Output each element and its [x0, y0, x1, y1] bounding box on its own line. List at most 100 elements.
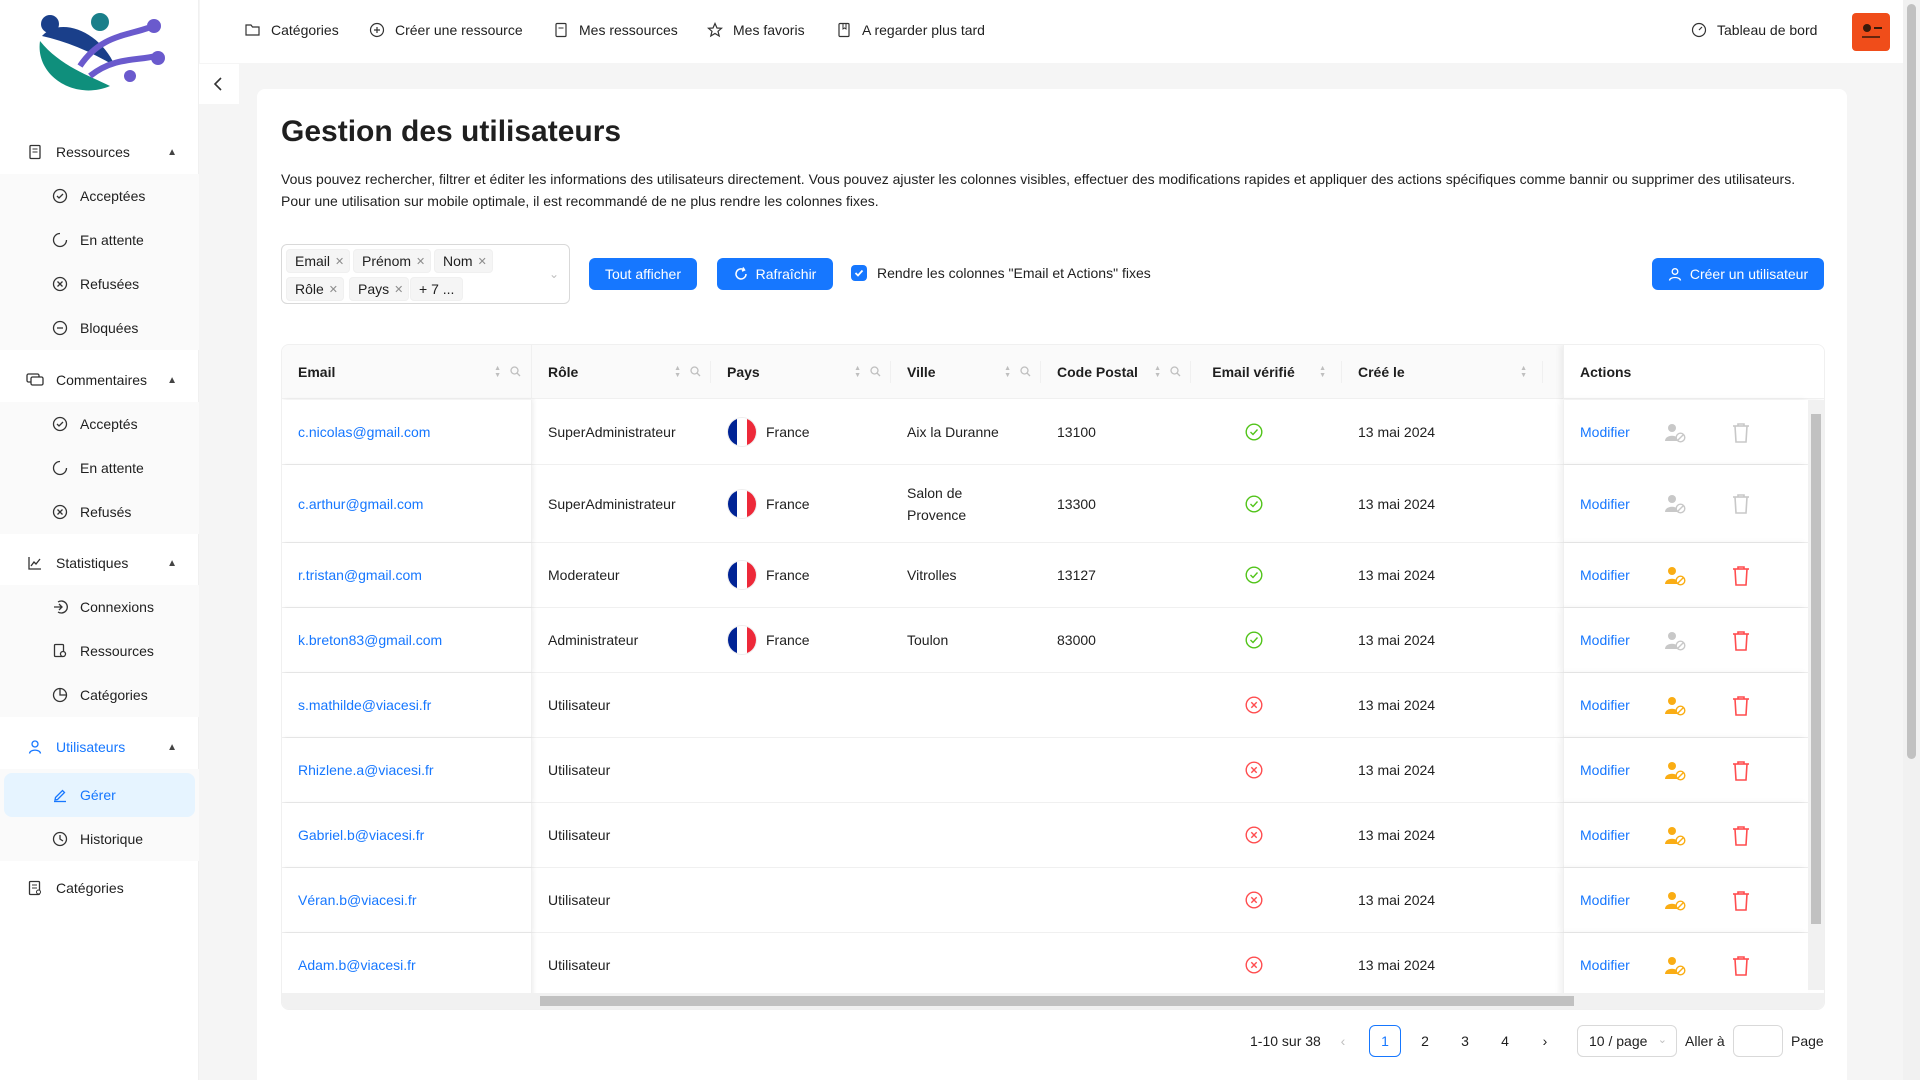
- page-button-3[interactable]: 3: [1449, 1025, 1481, 1057]
- ban-user-icon[interactable]: [1663, 630, 1687, 658]
- delete-user-icon[interactable]: [1731, 825, 1751, 853]
- column-header-created[interactable]: Créé le ▲ ▼: [1342, 345, 1543, 399]
- refresh-button[interactable]: Rafraîchir: [717, 258, 833, 290]
- next-page-button[interactable]: ›: [1529, 1025, 1561, 1057]
- edit-user-link[interactable]: Modifier: [1580, 493, 1630, 515]
- delete-user-icon[interactable]: [1731, 565, 1751, 593]
- page-button-4[interactable]: 4: [1489, 1025, 1521, 1057]
- column-header-role[interactable]: Rôle ▲ ▼: [532, 345, 711, 399]
- email-cell[interactable]: c.nicolas@gmail.com: [282, 400, 532, 464]
- sort-icon[interactable]: ▲ ▼: [494, 365, 501, 379]
- sidebar-item-acceptes[interactable]: Acceptés: [0, 402, 199, 446]
- edit-user-link[interactable]: Modifier: [1580, 421, 1630, 443]
- ban-user-icon[interactable]: [1663, 760, 1687, 788]
- nav-head-statistiques[interactable]: Statistiques ▲: [0, 541, 199, 585]
- email-cell[interactable]: s.mathilde@viacesi.fr: [282, 673, 532, 737]
- email-cell[interactable]: Gabriel.b@viacesi.fr: [282, 803, 532, 867]
- ban-user-icon[interactable]: [1663, 422, 1687, 450]
- edit-user-link[interactable]: Modifier: [1580, 694, 1630, 716]
- sort-icon[interactable]: ▲ ▼: [1004, 365, 1011, 379]
- ban-user-icon[interactable]: [1663, 890, 1687, 918]
- email-cell[interactable]: Véran.b@viacesi.fr: [282, 868, 532, 932]
- show-all-button[interactable]: Tout afficher: [589, 258, 697, 290]
- column-header-ville[interactable]: Ville ▲ ▼: [891, 345, 1041, 399]
- ban-user-icon[interactable]: [1663, 695, 1687, 723]
- email-cell[interactable]: Adam.b@viacesi.fr: [282, 933, 532, 997]
- delete-user-icon[interactable]: [1731, 890, 1751, 918]
- sidebar-item-historique[interactable]: Historique: [0, 817, 199, 861]
- top-link-mes-favoris[interactable]: Mes favoris: [707, 22, 805, 38]
- sidebar-item-stat-categories[interactable]: Catégories: [0, 673, 199, 717]
- table-hscroll-thumb[interactable]: [540, 996, 1574, 1006]
- delete-user-icon[interactable]: [1731, 422, 1751, 450]
- search-icon[interactable]: [690, 366, 701, 380]
- collapse-sidebar-button[interactable]: [199, 64, 239, 104]
- ban-user-icon[interactable]: [1663, 565, 1687, 593]
- email-cell[interactable]: r.tristan@gmail.com: [282, 543, 532, 607]
- column-header-verified[interactable]: Email vérifié ▲ ▼: [1191, 345, 1342, 399]
- page-scrollbar-thumb[interactable]: [1907, 4, 1916, 759]
- column-header-cp[interactable]: Code Postal ▲ ▼: [1041, 345, 1191, 399]
- edit-user-link[interactable]: Modifier: [1580, 629, 1630, 651]
- email-cell[interactable]: Rhizlene.a@viacesi.fr: [282, 738, 532, 802]
- sidebar-item-bloquees[interactable]: Bloquées: [0, 306, 199, 350]
- close-icon[interactable]: ✕: [478, 255, 487, 268]
- sidebar-item-stat-ressources[interactable]: Ressources: [0, 629, 199, 673]
- sidebar-item-en-attente[interactable]: En attente: [0, 218, 199, 262]
- sidebar-item-gerer[interactable]: Gérer: [4, 773, 195, 817]
- close-icon[interactable]: ✕: [416, 255, 425, 268]
- edit-user-link[interactable]: Modifier: [1580, 564, 1630, 586]
- app-logo[interactable]: [30, 6, 170, 96]
- nav-head-ressources[interactable]: Ressources ▲: [0, 130, 199, 174]
- sort-icon[interactable]: ▲ ▼: [674, 365, 681, 379]
- close-icon[interactable]: ✕: [394, 283, 403, 296]
- ban-user-icon[interactable]: [1663, 493, 1687, 521]
- sidebar-item-connexions[interactable]: Connexions: [0, 585, 199, 629]
- top-link-regarder-plus-tard[interactable]: A regarder plus tard: [836, 22, 985, 38]
- email-cell[interactable]: c.arthur@gmail.com: [282, 465, 532, 542]
- nav-head-commentaires[interactable]: Commentaires ▲: [0, 358, 199, 402]
- sort-icon[interactable]: ▲ ▼: [1154, 365, 1161, 379]
- sidebar-item-acceptees[interactable]: Acceptées: [0, 174, 199, 218]
- prev-page-button[interactable]: ‹: [1327, 1025, 1359, 1057]
- top-link-creer-ressource[interactable]: Créer une ressource: [369, 22, 523, 38]
- edit-user-link[interactable]: Modifier: [1580, 954, 1630, 976]
- edit-user-link[interactable]: Modifier: [1580, 759, 1630, 781]
- table-vertical-scrollbar[interactable]: [1808, 400, 1824, 990]
- sort-icon[interactable]: ▲ ▼: [1520, 365, 1527, 379]
- fixed-columns-checkbox[interactable]: Rendre les colonnes "Email et Actions" f…: [851, 265, 1151, 281]
- delete-user-icon[interactable]: [1731, 493, 1751, 521]
- column-header-extra[interactable]: [1543, 345, 1563, 399]
- nav-head-utilisateurs[interactable]: Utilisateurs ▲: [0, 725, 199, 769]
- edit-user-link[interactable]: Modifier: [1580, 889, 1630, 911]
- checkbox-checked-icon[interactable]: [851, 265, 867, 281]
- search-icon[interactable]: [1020, 366, 1031, 380]
- avatar[interactable]: [1852, 13, 1890, 51]
- page-size-select[interactable]: 10 / page ⌄: [1577, 1025, 1677, 1057]
- delete-user-icon[interactable]: [1731, 955, 1751, 983]
- ban-user-icon[interactable]: [1663, 825, 1687, 853]
- top-link-categories[interactable]: Catégories: [245, 22, 339, 38]
- sort-icon[interactable]: ▲ ▼: [1319, 365, 1326, 379]
- sort-icon[interactable]: ▲ ▼: [854, 365, 861, 379]
- close-icon[interactable]: ✕: [335, 255, 344, 268]
- table-horizontal-scrollbar[interactable]: [282, 993, 1824, 1009]
- page-button-2[interactable]: 2: [1409, 1025, 1441, 1057]
- search-icon[interactable]: [510, 366, 521, 380]
- column-header-email[interactable]: Email ▲ ▼: [282, 345, 532, 399]
- sidebar-item-refusees[interactable]: Refusées: [0, 262, 199, 306]
- goto-page-input[interactable]: [1733, 1025, 1783, 1057]
- table-vscroll-thumb[interactable]: [1811, 414, 1821, 924]
- delete-user-icon[interactable]: [1731, 630, 1751, 658]
- close-icon[interactable]: ✕: [329, 283, 338, 296]
- ban-user-icon[interactable]: [1663, 955, 1687, 983]
- column-header-actions[interactable]: Actions: [1563, 345, 1824, 399]
- sidebar-item-categories[interactable]: Catégories: [0, 866, 199, 910]
- search-icon[interactable]: [870, 366, 881, 380]
- top-link-tableau-de-bord[interactable]: Tableau de bord: [1691, 22, 1817, 38]
- sidebar-item-refuses[interactable]: Refusés: [0, 490, 199, 534]
- sidebar-item-commentaires-en-attente[interactable]: En attente: [0, 446, 199, 490]
- page-button-1[interactable]: 1: [1369, 1025, 1401, 1057]
- column-select[interactable]: Email ✕ Prénom ✕ Nom ✕ Rôle ✕ Pays ✕ + 7 ... …: [281, 244, 570, 304]
- delete-user-icon[interactable]: [1731, 760, 1751, 788]
